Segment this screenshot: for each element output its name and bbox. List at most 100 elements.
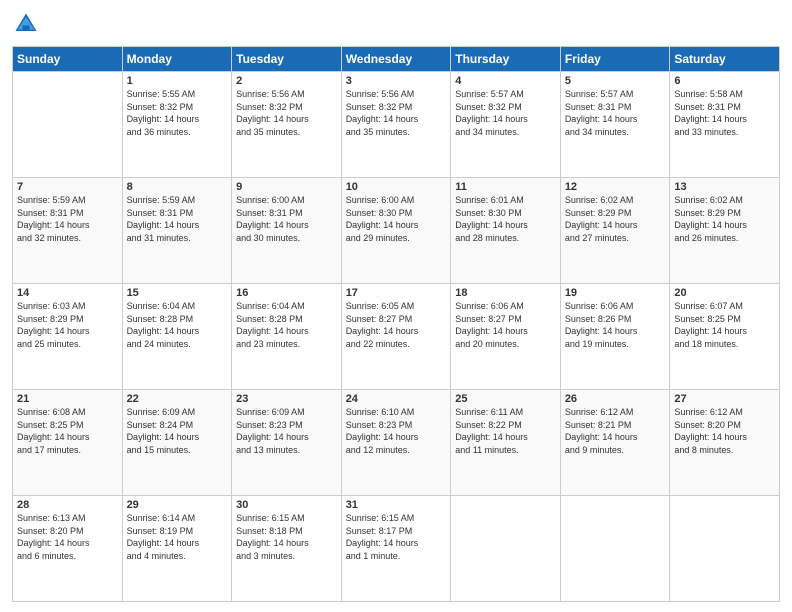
day-number: 1 <box>127 75 228 87</box>
day-cell: 6 Sunrise: 5:58 AM Sunset: 8:31 PM Daylig… <box>670 72 780 178</box>
day-info: Sunrise: 5:56 AM Sunset: 8:32 PM Dayligh… <box>236 89 309 137</box>
day-cell: 11 Sunrise: 6:01 AM Sunset: 8:30 PM Dayli… <box>451 178 561 284</box>
day-cell: 30 Sunrise: 6:15 AM Sunset: 8:18 PM Dayli… <box>232 496 342 602</box>
week-row-2: 14 Sunrise: 6:03 AM Sunset: 8:29 PM Dayli… <box>13 284 780 390</box>
day-number: 28 <box>17 499 118 511</box>
day-number: 9 <box>236 181 337 193</box>
day-number: 18 <box>455 287 556 299</box>
day-cell: 2 Sunrise: 5:56 AM Sunset: 8:32 PM Daylig… <box>232 72 342 178</box>
day-cell: 27 Sunrise: 6:12 AM Sunset: 8:20 PM Dayli… <box>670 390 780 496</box>
day-number: 20 <box>674 287 775 299</box>
day-number: 21 <box>17 393 118 405</box>
header-row: SundayMondayTuesdayWednesdayThursdayFrid… <box>13 47 780 72</box>
day-number: 7 <box>17 181 118 193</box>
day-cell: 16 Sunrise: 6:04 AM Sunset: 8:28 PM Dayli… <box>232 284 342 390</box>
header-cell-wednesday: Wednesday <box>341 47 451 72</box>
day-info: Sunrise: 5:57 AM Sunset: 8:31 PM Dayligh… <box>565 89 638 137</box>
day-info: Sunrise: 5:56 AM Sunset: 8:32 PM Dayligh… <box>346 89 419 137</box>
day-number: 15 <box>127 287 228 299</box>
day-info: Sunrise: 6:14 AM Sunset: 8:19 PM Dayligh… <box>127 513 200 561</box>
day-cell: 7 Sunrise: 5:59 AM Sunset: 8:31 PM Daylig… <box>13 178 123 284</box>
day-info: Sunrise: 6:00 AM Sunset: 8:31 PM Dayligh… <box>236 195 309 243</box>
day-cell <box>451 496 561 602</box>
day-cell: 5 Sunrise: 5:57 AM Sunset: 8:31 PM Daylig… <box>560 72 670 178</box>
day-info: Sunrise: 6:12 AM Sunset: 8:20 PM Dayligh… <box>674 407 747 455</box>
day-cell: 10 Sunrise: 6:00 AM Sunset: 8:30 PM Dayli… <box>341 178 451 284</box>
day-number: 10 <box>346 181 447 193</box>
day-cell: 17Sunrise: 6:05 AM Sunset: 8:27 PM Dayli… <box>341 284 451 390</box>
header-cell-saturday: Saturday <box>670 47 780 72</box>
day-number: 23 <box>236 393 337 405</box>
day-cell: 22 Sunrise: 6:09 AM Sunset: 8:24 PM Dayli… <box>122 390 232 496</box>
day-info: Sunrise: 6:08 AM Sunset: 8:25 PM Dayligh… <box>17 407 90 455</box>
day-cell: 18 Sunrise: 6:06 AM Sunset: 8:27 PM Dayli… <box>451 284 561 390</box>
day-cell: 15 Sunrise: 6:04 AM Sunset: 8:28 PM Dayli… <box>122 284 232 390</box>
day-number: 17 <box>346 287 447 299</box>
day-number: 2 <box>236 75 337 87</box>
day-info: Sunrise: 5:59 AM Sunset: 8:31 PM Dayligh… <box>17 195 90 243</box>
day-number: 31 <box>346 499 447 511</box>
day-cell: 8 Sunrise: 5:59 AM Sunset: 8:31 PM Daylig… <box>122 178 232 284</box>
day-info: Sunrise: 6:03 AM Sunset: 8:29 PM Dayligh… <box>17 301 90 349</box>
header-cell-tuesday: Tuesday <box>232 47 342 72</box>
day-cell: 13Sunrise: 6:02 AM Sunset: 8:29 PM Dayli… <box>670 178 780 284</box>
day-cell <box>560 496 670 602</box>
day-info: Sunrise: 6:01 AM Sunset: 8:30 PM Dayligh… <box>455 195 528 243</box>
header-cell-friday: Friday <box>560 47 670 72</box>
day-info: Sunrise: 5:55 AM Sunset: 8:32 PM Dayligh… <box>127 89 200 137</box>
day-info: Sunrise: 6:09 AM Sunset: 8:24 PM Dayligh… <box>127 407 200 455</box>
day-cell: 1 Sunrise: 5:55 AM Sunset: 8:32 PM Daylig… <box>122 72 232 178</box>
day-info: Sunrise: 6:06 AM Sunset: 8:27 PM Dayligh… <box>455 301 528 349</box>
week-row-4: 28 Sunrise: 6:13 AM Sunset: 8:20 PM Dayli… <box>13 496 780 602</box>
day-info: Sunrise: 6:15 AM Sunset: 8:18 PM Dayligh… <box>236 513 309 561</box>
header-cell-monday: Monday <box>122 47 232 72</box>
day-number: 19 <box>565 287 666 299</box>
header <box>12 10 780 38</box>
day-info: Sunrise: 6:13 AM Sunset: 8:20 PM Dayligh… <box>17 513 90 561</box>
week-row-1: 7 Sunrise: 5:59 AM Sunset: 8:31 PM Daylig… <box>13 178 780 284</box>
day-number: 6 <box>674 75 775 87</box>
day-cell: 29Sunrise: 6:14 AM Sunset: 8:19 PM Dayli… <box>122 496 232 602</box>
page: SundayMondayTuesdayWednesdayThursdayFrid… <box>0 0 792 612</box>
day-number: 3 <box>346 75 447 87</box>
day-cell: 9 Sunrise: 6:00 AM Sunset: 8:31 PM Daylig… <box>232 178 342 284</box>
day-info: Sunrise: 6:04 AM Sunset: 8:28 PM Dayligh… <box>127 301 200 349</box>
day-info: Sunrise: 6:04 AM Sunset: 8:28 PM Dayligh… <box>236 301 309 349</box>
day-info: Sunrise: 6:07 AM Sunset: 8:25 PM Dayligh… <box>674 301 747 349</box>
day-info: Sunrise: 6:11 AM Sunset: 8:22 PM Dayligh… <box>455 407 528 455</box>
day-info: Sunrise: 5:59 AM Sunset: 8:31 PM Dayligh… <box>127 195 200 243</box>
logo-icon <box>12 10 40 38</box>
day-cell: 23Sunrise: 6:09 AM Sunset: 8:23 PM Dayli… <box>232 390 342 496</box>
day-number: 25 <box>455 393 556 405</box>
week-row-3: 21 Sunrise: 6:08 AM Sunset: 8:25 PM Dayli… <box>13 390 780 496</box>
day-number: 14 <box>17 287 118 299</box>
day-number: 24 <box>346 393 447 405</box>
day-info: Sunrise: 6:00 AM Sunset: 8:30 PM Dayligh… <box>346 195 419 243</box>
day-number: 16 <box>236 287 337 299</box>
day-cell: 28 Sunrise: 6:13 AM Sunset: 8:20 PM Dayli… <box>13 496 123 602</box>
day-number: 26 <box>565 393 666 405</box>
day-number: 11 <box>455 181 556 193</box>
day-number: 4 <box>455 75 556 87</box>
day-cell: 14 Sunrise: 6:03 AM Sunset: 8:29 PM Dayli… <box>13 284 123 390</box>
day-cell: 21 Sunrise: 6:08 AM Sunset: 8:25 PM Dayli… <box>13 390 123 496</box>
day-number: 30 <box>236 499 337 511</box>
day-info: Sunrise: 5:57 AM Sunset: 8:32 PM Dayligh… <box>455 89 528 137</box>
day-info: Sunrise: 6:10 AM Sunset: 8:23 PM Dayligh… <box>346 407 419 455</box>
calendar-table: SundayMondayTuesdayWednesdayThursdayFrid… <box>12 46 780 602</box>
day-info: Sunrise: 6:15 AM Sunset: 8:17 PM Dayligh… <box>346 513 419 561</box>
day-cell: 25 Sunrise: 6:11 AM Sunset: 8:22 PM Dayli… <box>451 390 561 496</box>
day-number: 12 <box>565 181 666 193</box>
day-info: Sunrise: 6:06 AM Sunset: 8:26 PM Dayligh… <box>565 301 638 349</box>
day-number: 22 <box>127 393 228 405</box>
logo <box>12 10 44 38</box>
day-cell: 31 Sunrise: 6:15 AM Sunset: 8:17 PM Dayli… <box>341 496 451 602</box>
day-info: Sunrise: 6:12 AM Sunset: 8:21 PM Dayligh… <box>565 407 638 455</box>
day-info: Sunrise: 5:58 AM Sunset: 8:31 PM Dayligh… <box>674 89 747 137</box>
header-cell-sunday: Sunday <box>13 47 123 72</box>
day-cell: 26 Sunrise: 6:12 AM Sunset: 8:21 PM Dayli… <box>560 390 670 496</box>
day-number: 27 <box>674 393 775 405</box>
day-number: 8 <box>127 181 228 193</box>
week-row-0: 1 Sunrise: 5:55 AM Sunset: 8:32 PM Daylig… <box>13 72 780 178</box>
day-number: 5 <box>565 75 666 87</box>
